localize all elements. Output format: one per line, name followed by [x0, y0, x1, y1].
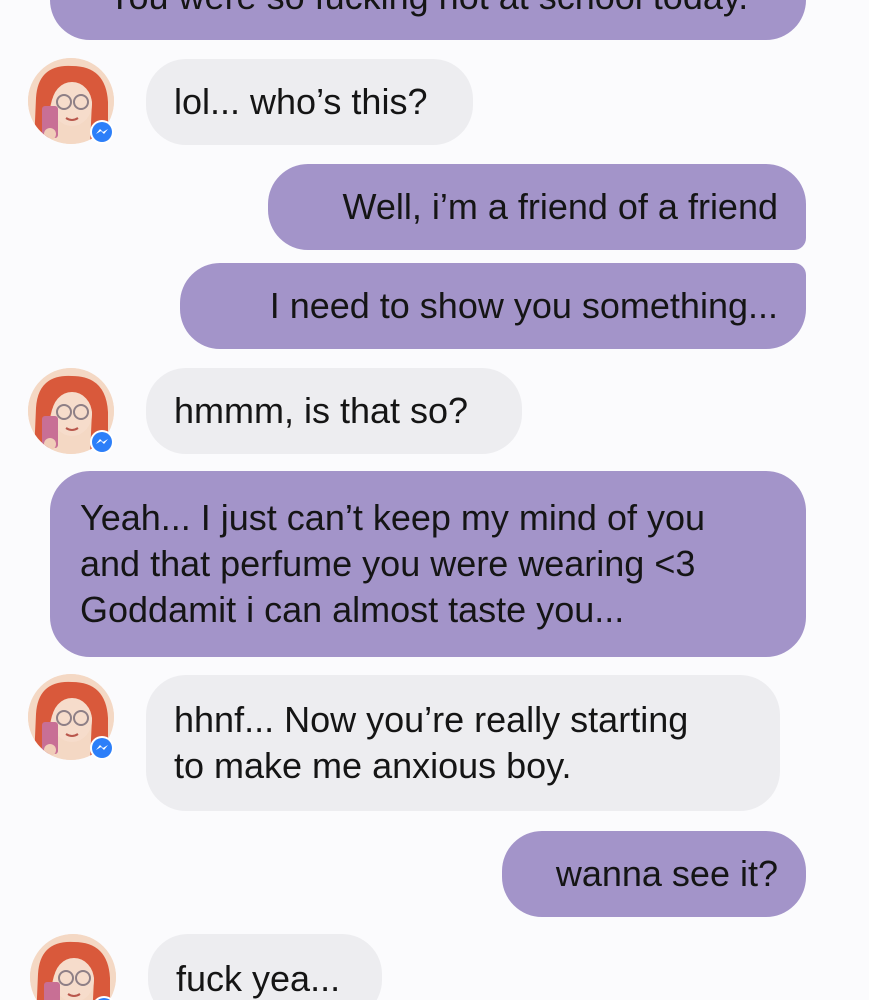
- contact-avatar[interactable]: [28, 58, 114, 144]
- messenger-badge-icon: [90, 736, 114, 760]
- avatar-icon: [30, 934, 116, 1000]
- message-thread[interactable]: You were so fucking hot at school today.…: [0, 0, 869, 1000]
- contact-avatar[interactable]: [30, 934, 116, 1000]
- received-message[interactable]: hmmm, is that so?: [146, 368, 522, 454]
- received-message[interactable]: fuck yea...: [148, 934, 382, 1000]
- received-message[interactable]: hhnf... Now you’re really starting to ma…: [146, 675, 780, 811]
- contact-avatar[interactable]: [28, 368, 114, 454]
- messenger-badge-icon: [90, 120, 114, 144]
- sent-message[interactable]: I need to show you something...: [180, 263, 806, 349]
- sent-message[interactable]: Yeah... I just can’t keep my mind of you…: [50, 471, 806, 657]
- contact-avatar[interactable]: [28, 674, 114, 760]
- sent-message[interactable]: Well, i’m a friend of a friend: [268, 164, 806, 250]
- messenger-badge-icon: [90, 430, 114, 454]
- sent-message[interactable]: wanna see it?: [502, 831, 806, 917]
- sent-message[interactable]: You were so fucking hot at school today.: [50, 0, 806, 40]
- received-message[interactable]: lol... who’s this?: [146, 59, 473, 145]
